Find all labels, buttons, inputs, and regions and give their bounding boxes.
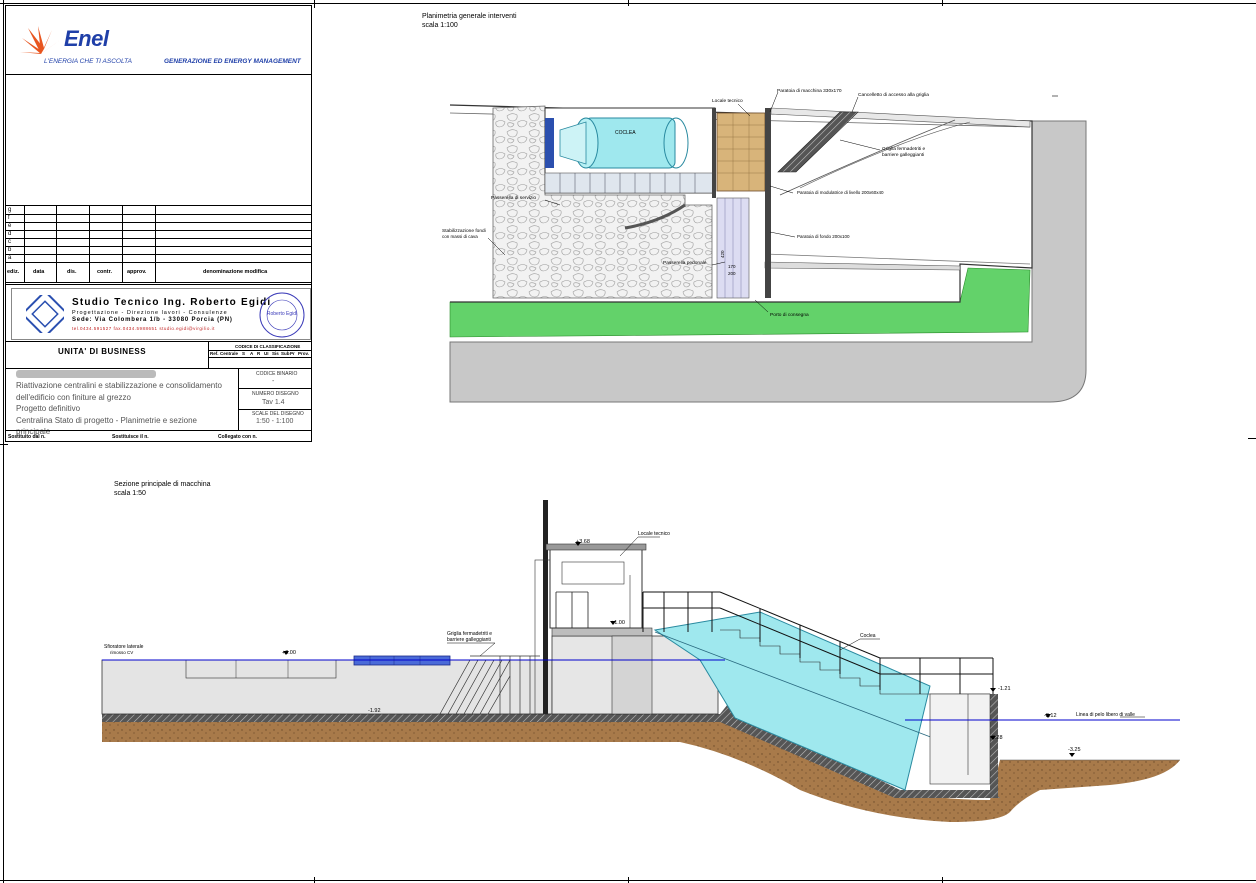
elev-water: +0.00: [282, 650, 296, 656]
wall-segment: [545, 118, 554, 168]
drawing-canvas: COCLEA Locale tecnico Paratoia di macchi…: [101, 88, 1180, 822]
plan-label-paratoia-macchina: Paratoia di macchina 330x170: [777, 88, 842, 94]
turbine-floor: [544, 172, 716, 194]
section-label-sfioratore-2: rimosso CV: [110, 650, 133, 655]
section-title-block: Sezione principale di macchina scala 1:5…: [114, 480, 211, 498]
gate-mast: [543, 500, 548, 714]
plan-label-passerella-servizio: Passerella di servizio: [491, 195, 536, 201]
section-title: Sezione principale di macchina: [114, 481, 211, 488]
plan-label-locale: Locale tecnico: [712, 98, 743, 104]
soil-ground: [102, 720, 1180, 822]
elev-bottom: -1.92: [368, 708, 381, 714]
elev-floor: +1.00: [611, 620, 625, 626]
plan-label-paratoia-fondo: Paratoia di fondo 200x100: [797, 234, 850, 239]
elev-base: -3.25: [1068, 747, 1081, 753]
plan-dim-170: 170: [728, 264, 736, 269]
plan-label-cancelletto: Cancelletto di accesso alla griglia: [858, 92, 929, 98]
channel-edge: [764, 253, 1031, 265]
elev-sill: -2.28: [990, 735, 1003, 741]
plan-dim-420: 420: [720, 250, 725, 258]
plan-label-barriere: barriere galleggianti: [882, 152, 924, 158]
technical-room-plan: [716, 112, 766, 192]
plan-dim-200: 200: [728, 271, 736, 276]
coclea-label-plan: COCLEA: [615, 130, 636, 136]
base-slab: [102, 714, 720, 722]
floating-barrier: [353, 655, 451, 666]
plan-label-griglia: Griglia fermadetriti e: [882, 146, 926, 152]
outlet-chamber: [929, 693, 991, 785]
plan-label-stabilizzazione-2: con massi di cava: [442, 234, 478, 239]
wall-vertical: [765, 108, 771, 298]
plan-label-porto: Porto di consegna: [770, 312, 809, 318]
outlet-wall: [990, 694, 998, 798]
plan-label-passerella-pedonale: Passerella pedonale: [663, 260, 707, 266]
elev-valle: -2.12: [1044, 713, 1057, 719]
elev-top: +3.68: [576, 539, 590, 545]
technical-room-section: [549, 547, 643, 629]
downstream-wall: [764, 261, 961, 271]
floor-slab: [551, 627, 653, 637]
plan-label-paratoia-modulatrice: Paratoia di modulatrice di livello 200x6…: [797, 190, 884, 195]
section-label-locale: Locale tecnico: [638, 531, 670, 537]
elev-out: -1.21: [998, 686, 1011, 692]
wall-vertical-2: [712, 108, 716, 198]
section-label-coclea: Coclea: [860, 633, 876, 639]
section-label-linea-valle: Linea di pelo libero di valle: [1076, 712, 1135, 718]
section-scale: scala 1:50: [114, 490, 146, 497]
room-roof: [545, 543, 647, 551]
section-label-barriere: barriere galleggianti: [447, 637, 491, 643]
sluice-gate-section: [611, 635, 653, 715]
